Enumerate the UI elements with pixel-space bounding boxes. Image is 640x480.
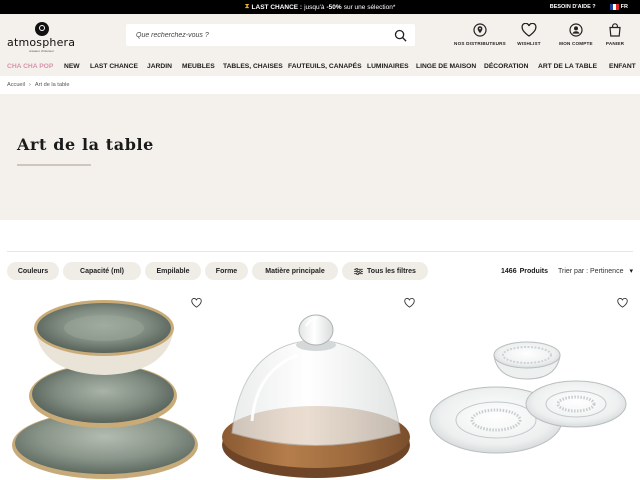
shopping-bag-icon: [609, 23, 621, 37]
main-navigation: CHA CHA POP NEW LAST CHANCE JARDIN MEUBL…: [0, 57, 640, 76]
language-code: FR: [620, 4, 628, 10]
product-count: 1466: [501, 267, 517, 275]
nav-item-jardin[interactable]: JARDIN: [147, 57, 172, 76]
heart-icon: [521, 23, 537, 37]
chevron-down-icon[interactable]: ▾: [629, 267, 633, 275]
nav-item-cha-cha-pop[interactable]: CHA CHA POP: [7, 57, 53, 76]
hourglass-icon: ⧗: [244, 3, 250, 10]
product-card[interactable]: [0, 293, 205, 480]
all-filters-button[interactable]: Tous les filtres: [342, 262, 428, 280]
wishlist-heart-icon[interactable]: [191, 298, 202, 308]
promo-text: jusqu'à: [304, 3, 325, 11]
distributors-label: NOS DISTRIBUTEURS: [454, 41, 506, 46]
product-card[interactable]: [212, 293, 422, 480]
breadcrumb-home[interactable]: Accueil: [7, 82, 25, 88]
logo-tagline: créateur d'intérieur: [29, 49, 54, 53]
cart-label: PANIER: [605, 41, 625, 46]
filter-matiere-principale[interactable]: Matière principale: [252, 262, 338, 280]
logo-text: atmosphera: [7, 36, 76, 49]
section-divider: [7, 251, 633, 252]
promo-message[interactable]: ⧗ LAST CHANCE : jusqu'à -50% sur une sél…: [0, 0, 640, 14]
category-hero: Art de la table: [0, 94, 640, 220]
promo-highlight: -50%: [326, 3, 342, 11]
nav-item-art-de-la-table[interactable]: ART DE LA TABLE: [538, 57, 597, 76]
wishlist-link[interactable]: WISHLIST: [514, 23, 544, 46]
product-count-label: Produits: [519, 267, 548, 275]
site-header: atmosphera créateur d'intérieur NOS DIST…: [0, 14, 640, 57]
nav-item-enfant[interactable]: ENFANT: [609, 57, 636, 76]
logo-mark-icon: [35, 22, 49, 36]
promo-bar[interactable]: ⧗ LAST CHANCE : jusqu'à -50% sur une sél…: [0, 0, 640, 14]
search-icon[interactable]: [394, 29, 407, 42]
nav-item-tables-chaises[interactable]: TABLES, CHAISES: [223, 57, 283, 76]
france-flag-icon: [609, 4, 619, 10]
search-input[interactable]: [136, 31, 386, 39]
wishlist-heart-icon[interactable]: [404, 298, 415, 308]
nav-item-luminaires[interactable]: LUMINAIRES: [367, 57, 409, 76]
breadcrumb: Accueil › Art de la table: [7, 82, 69, 88]
promo-bold: LAST CHANCE :: [251, 3, 303, 11]
nav-item-new[interactable]: NEW: [64, 57, 80, 76]
nav-item-last-chance[interactable]: LAST CHANCE: [90, 57, 138, 76]
language-selector[interactable]: FR: [609, 4, 628, 10]
wishlist-label: WISHLIST: [517, 41, 541, 46]
filter-empilable[interactable]: Empilable: [145, 262, 201, 280]
logo[interactable]: atmosphera créateur d'intérieur: [7, 20, 83, 54]
product-image-stacked-green-plates[interactable]: [0, 293, 205, 480]
page-title: Art de la table: [17, 135, 154, 154]
user-icon: [569, 23, 583, 37]
nav-item-linge-de-maison[interactable]: LINGE DE MAISON: [416, 57, 476, 76]
product-image-glass-cake-dome[interactable]: [212, 293, 422, 480]
nav-item-fauteuils-canapes[interactable]: FAUTEUILS, CANAPÉS: [288, 57, 362, 76]
search-bar: [126, 24, 415, 46]
breadcrumb-separator: ›: [29, 82, 31, 88]
product-card[interactable]: [428, 293, 640, 480]
filter-capacite[interactable]: Capacité (ml): [63, 262, 141, 280]
filter-couleurs[interactable]: Couleurs: [7, 262, 59, 280]
results-toolbar: 1466 Produits Trier par : Pertinence ▾: [501, 262, 633, 280]
breadcrumb-current: Art de la table: [34, 82, 70, 88]
sort-dropdown[interactable]: Trier par : Pertinence: [558, 268, 624, 275]
all-filters-label: Tous les filtres: [367, 267, 416, 275]
nav-item-meubles[interactable]: MEUBLES: [182, 57, 215, 76]
store-locator-icon: [473, 23, 487, 37]
wishlist-heart-icon[interactable]: [617, 298, 628, 308]
account-label: MON COMPTE: [559, 41, 593, 46]
promo-text-end: sur une sélection*: [343, 3, 396, 11]
filter-forme[interactable]: Forme: [205, 262, 248, 280]
distributors-link[interactable]: NOS DISTRIBUTEURS: [454, 23, 506, 46]
product-image-cut-glass-plates-bowl[interactable]: [428, 293, 640, 480]
filter-sliders-icon: [354, 267, 363, 275]
title-underline: [17, 164, 91, 166]
cart-link[interactable]: PANIER: [604, 23, 626, 46]
nav-item-decoration[interactable]: DÉCORATION: [484, 57, 528, 76]
account-link[interactable]: MON COMPTE: [558, 23, 594, 46]
help-link[interactable]: BESOIN D'AIDE ?: [550, 4, 596, 10]
